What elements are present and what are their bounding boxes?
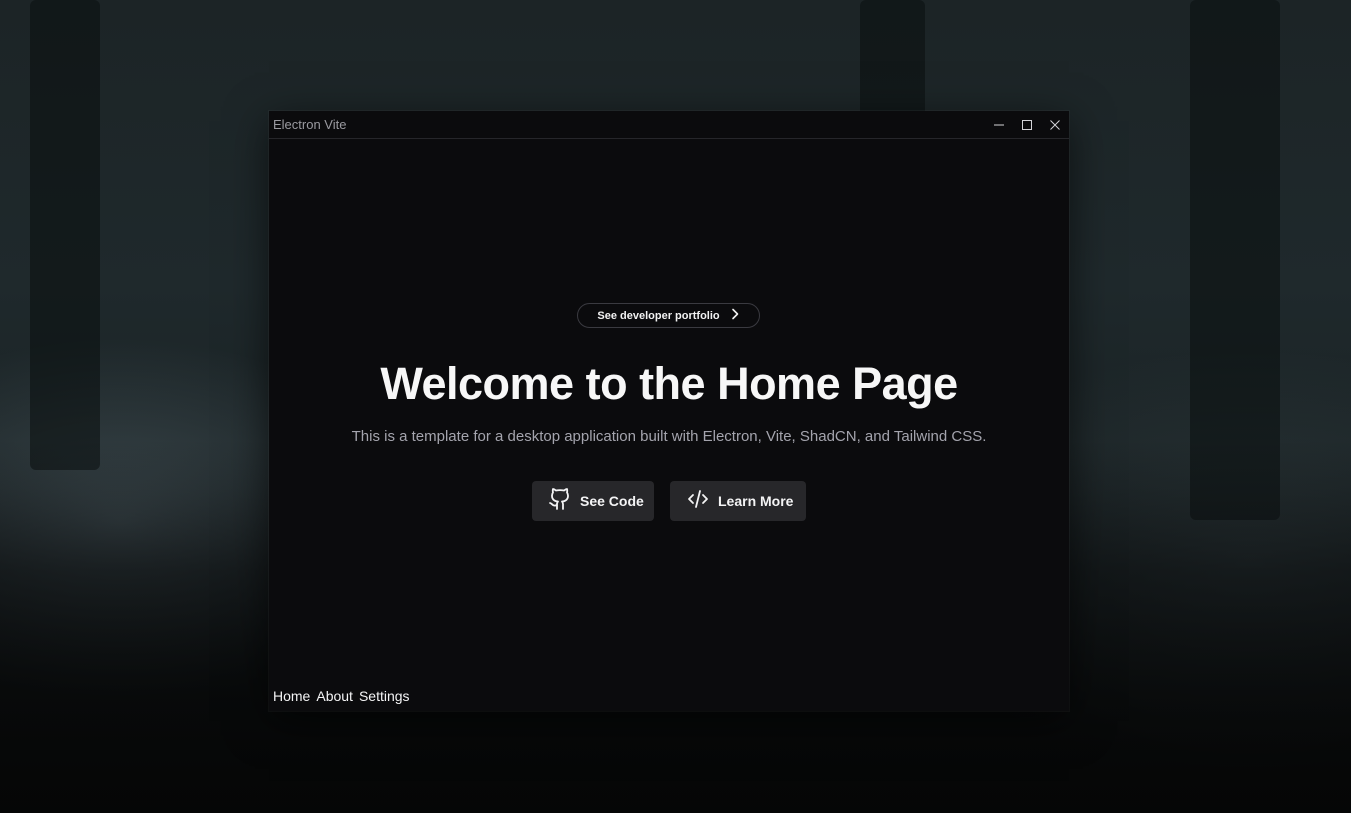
- nav-link-home[interactable]: Home: [273, 688, 310, 704]
- close-button[interactable]: [1041, 111, 1069, 139]
- chevron-right-icon: [730, 307, 740, 325]
- maximize-icon: [1021, 119, 1033, 131]
- window-controls: [985, 111, 1069, 139]
- background-tree-trunk: [30, 0, 100, 470]
- minimize-button[interactable]: [985, 111, 1013, 139]
- developer-portfolio-link[interactable]: See developer portfolio: [577, 303, 760, 328]
- app-window: Electron Vite See developer portfolio We…: [269, 111, 1069, 711]
- page-subtitle: This is a template for a desktop applica…: [351, 428, 987, 445]
- see-code-label: See Code: [580, 493, 644, 509]
- learn-more-button[interactable]: Learn More: [670, 481, 806, 521]
- bottom-nav: Home About Settings: [273, 688, 410, 704]
- learn-more-label: Learn More: [718, 493, 794, 509]
- close-icon: [1049, 119, 1061, 131]
- see-code-button[interactable]: See Code: [532, 481, 654, 521]
- main-content: See developer portfolio Welcome to the H…: [269, 139, 1069, 711]
- github-icon: [548, 487, 572, 516]
- minimize-icon: [993, 119, 1005, 131]
- nav-link-settings[interactable]: Settings: [359, 688, 410, 704]
- code-icon: [686, 487, 710, 516]
- nav-link-about[interactable]: About: [316, 688, 353, 704]
- background-tree-trunk: [860, 0, 925, 120]
- page-title: Welcome to the Home Page: [380, 358, 958, 409]
- window-title: Electron Vite: [273, 117, 347, 132]
- title-bar[interactable]: Electron Vite: [269, 111, 1069, 139]
- maximize-button[interactable]: [1013, 111, 1041, 139]
- portfolio-link-label: See developer portfolio: [597, 309, 720, 322]
